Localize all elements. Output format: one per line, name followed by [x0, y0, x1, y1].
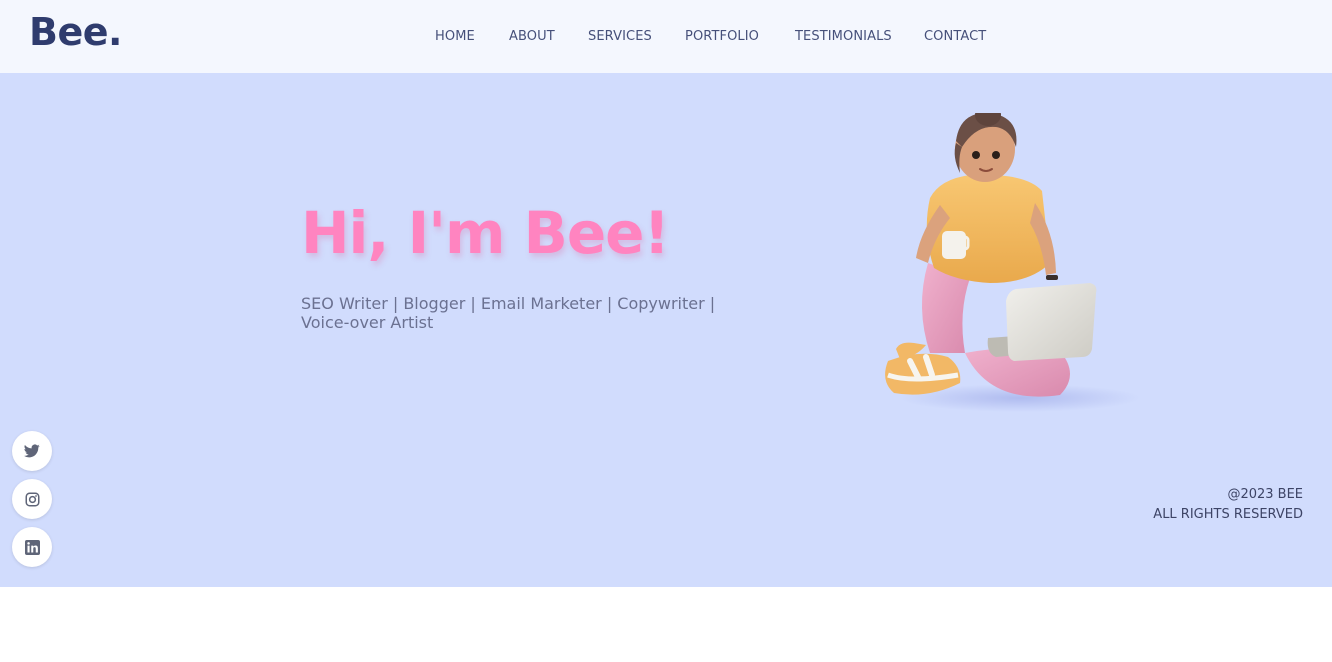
person-laptop-illustration — [885, 113, 1140, 412]
hero-section: Hi, I'm Bee! SEO Writer | Blogger | Emai… — [0, 73, 1332, 587]
footer-note: @2023 BEE ALL RIGHTS RESERVED — [1153, 485, 1303, 525]
linkedin-icon — [24, 539, 40, 555]
nav-portfolio[interactable]: PORTFOLIO — [685, 29, 759, 44]
main-nav: HOME ABOUT SERVICES PORTFOLIO TESTIMONIA… — [0, 29, 1332, 47]
rights-text: ALL RIGHTS RESERVED — [1153, 507, 1303, 522]
nav-services[interactable]: SERVICES — [588, 29, 652, 44]
twitter-icon — [24, 444, 40, 458]
hero-title: Hi, I'm Bee! — [301, 199, 670, 267]
hero-subtitle: SEO Writer | Blogger | Email Marketer | … — [301, 294, 716, 332]
twitter-button[interactable] — [12, 431, 52, 471]
linkedin-button[interactable] — [12, 527, 52, 567]
nav-contact[interactable]: CONTACT — [924, 29, 986, 44]
nav-home[interactable]: HOME — [435, 29, 475, 44]
copyright-text: @2023 BEE — [1227, 487, 1303, 502]
nav-about[interactable]: ABOUT — [509, 29, 555, 44]
nav-testimonials[interactable]: TESTIMONIALS — [795, 29, 892, 44]
instagram-button[interactable] — [12, 479, 52, 519]
instagram-icon — [25, 492, 39, 506]
site-header: Bee. HOME ABOUT SERVICES PORTFOLIO TESTI… — [0, 0, 1332, 73]
